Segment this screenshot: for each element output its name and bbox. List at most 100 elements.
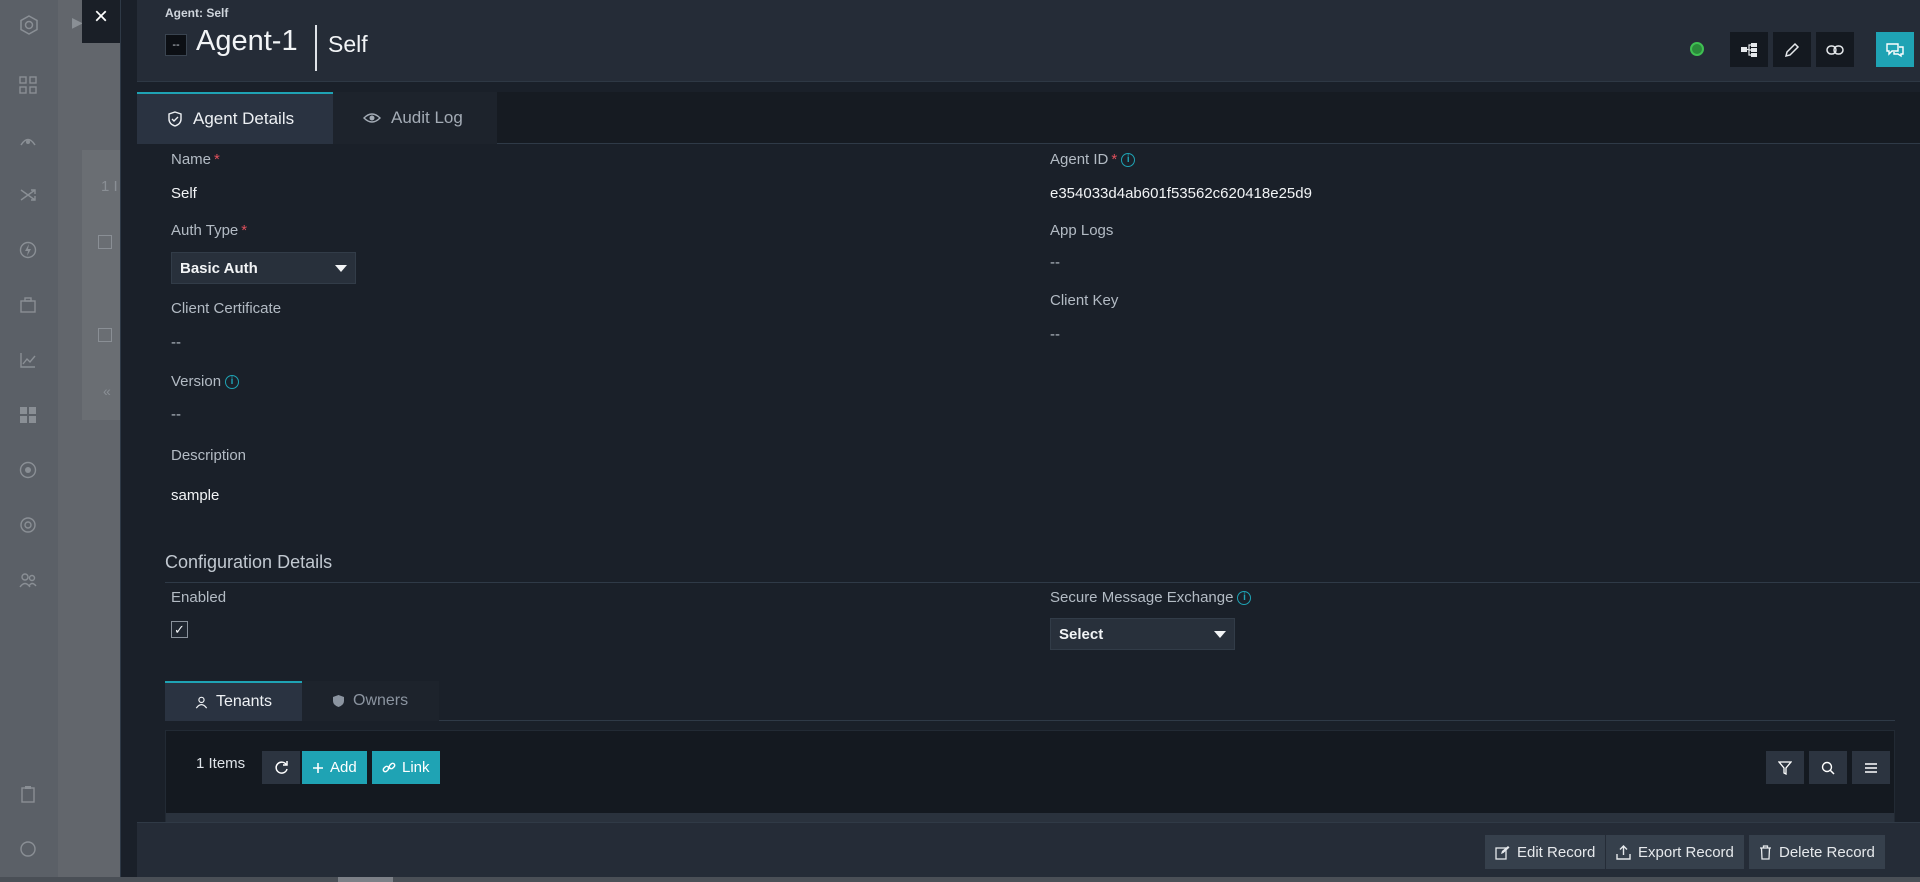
shuffle-icon: [19, 186, 39, 206]
description-value[interactable]: sample: [171, 487, 219, 504]
filter-icon: [1778, 760, 1792, 775]
background-bottom-tab: [338, 877, 393, 882]
upload-icon: [1616, 844, 1631, 860]
items-count: 1 Items: [196, 755, 246, 772]
export-record-button[interactable]: Export Record: [1606, 835, 1744, 869]
link-icon: [382, 762, 396, 772]
caret-down-icon: [1214, 630, 1226, 638]
delete-record-label: Delete Record: [1779, 843, 1875, 861]
agent-id-label: Agent ID * i: [1050, 151, 1136, 168]
enabled-checkbox[interactable]: ✓: [171, 621, 188, 638]
app-logs-value[interactable]: --: [1050, 254, 1060, 271]
tab-bar: Agent Details Audit Log: [137, 92, 1920, 144]
client-key-value[interactable]: --: [1050, 326, 1060, 343]
link-button[interactable]: Link: [372, 751, 440, 784]
info-icon[interactable]: i: [1121, 153, 1136, 168]
client-certificate-label: Client Certificate: [171, 300, 282, 317]
app-logs-label: App Logs: [1050, 222, 1114, 239]
plus-icon: [313, 762, 323, 773]
record-type-icon: --: [165, 34, 187, 56]
edit-record-button[interactable]: Edit Record: [1485, 835, 1606, 869]
status-indicator-icon: [1690, 42, 1704, 56]
edit-button[interactable]: [1773, 32, 1811, 67]
auth-type-label: Auth Type *: [171, 222, 248, 239]
user-icon: [195, 696, 208, 708]
info-icon[interactable]: i: [1237, 591, 1252, 606]
hierarchy-icon: [1741, 42, 1757, 57]
agent-id-value[interactable]: e354033d4ab601f53562c620418e25d9: [1050, 185, 1312, 202]
info-icon[interactable]: i: [225, 375, 240, 390]
shield-icon: [168, 111, 182, 127]
refresh-button[interactable]: [262, 751, 300, 784]
tab-label: Agent Details: [193, 109, 295, 128]
add-button[interactable]: Add: [302, 751, 367, 784]
modal-footer: Edit Record Export Record Delete Record: [137, 822, 1920, 877]
bolt-icon: [19, 241, 39, 261]
settings-icon: [19, 516, 39, 536]
background-checkbox: [98, 235, 112, 249]
caret-down-icon: [335, 264, 347, 272]
name-value[interactable]: Self: [171, 185, 197, 202]
app-logo-icon: [19, 15, 39, 35]
pencil-icon: [1784, 42, 1800, 57]
chart-icon: [19, 351, 39, 371]
close-icon: ×: [93, 3, 108, 30]
link-icon: [1826, 44, 1844, 55]
close-button[interactable]: ×: [82, 0, 120, 43]
secure-message-exchange-select[interactable]: Select: [1050, 618, 1235, 650]
trash-icon: [1760, 844, 1771, 860]
tenants-grid: 1 Items Add Link: [165, 730, 1895, 824]
delete-record-button[interactable]: Delete Record: [1749, 835, 1885, 869]
tab-audit-log[interactable]: Audit Log: [333, 92, 497, 144]
search-button[interactable]: [1809, 751, 1847, 784]
incidents-icon: [19, 131, 39, 151]
tab-owners[interactable]: Owners: [302, 681, 439, 721]
background-bottom-bar: [0, 877, 1920, 882]
breadcrumb: Agent: Self: [165, 6, 229, 20]
hierarchy-button[interactable]: [1730, 32, 1768, 67]
client-certificate-value[interactable]: --: [171, 334, 181, 351]
record-modal: Agent: Self -- Agent-1 Self Agent Detail…: [120, 0, 1920, 877]
page-subtitle: Self: [328, 31, 368, 57]
page-title: Agent-1: [196, 25, 298, 57]
target-icon: [19, 461, 39, 481]
hamburger-icon: [1865, 762, 1877, 773]
section-divider: [165, 582, 1920, 583]
filter-button[interactable]: [1766, 751, 1804, 784]
tab-label: Audit Log: [391, 108, 463, 127]
users-icon: [19, 571, 39, 591]
auth-type-select[interactable]: Basic Auth: [171, 252, 356, 284]
description-label: Description: [171, 447, 247, 464]
background-list-text: 1 I: [101, 178, 118, 195]
client-key-label: Client Key: [1050, 292, 1119, 309]
version-label: Version i: [171, 373, 240, 390]
background-checkbox: [98, 328, 112, 342]
background-sidebar: [0, 0, 58, 882]
tab-label: Tenants: [215, 693, 272, 710]
clipboard-icon: [19, 785, 39, 805]
related-tab-bar: Tenants Owners: [165, 681, 1895, 721]
comments-button[interactable]: [1876, 32, 1914, 67]
menu-button[interactable]: [1852, 751, 1890, 784]
dashboard-icon: [19, 76, 39, 96]
help-icon: [19, 840, 39, 860]
tab-tenants[interactable]: Tenants: [165, 681, 302, 721]
export-record-label: Export Record: [1638, 843, 1734, 861]
name-label: Name *: [171, 151, 220, 168]
modal-header: Agent: Self -- Agent-1 Self: [137, 0, 1920, 82]
add-button-label: Add: [330, 759, 357, 776]
edit-icon: [1495, 845, 1510, 860]
briefcase-icon: [19, 296, 39, 316]
apps-icon: [19, 406, 39, 426]
chevron-left-icon: «: [103, 383, 111, 399]
copy-link-button[interactable]: [1816, 32, 1854, 67]
edit-record-label: Edit Record: [1517, 843, 1596, 861]
configuration-section-title: Configuration Details: [165, 552, 333, 572]
title-divider: [315, 25, 317, 71]
secure-message-exchange-value: Select: [1059, 625, 1104, 643]
tab-agent-details[interactable]: Agent Details: [137, 92, 333, 144]
shield-icon: [333, 695, 344, 707]
enabled-label: Enabled: [171, 589, 227, 606]
version-value[interactable]: --: [171, 406, 181, 423]
eye-icon: [363, 113, 381, 123]
